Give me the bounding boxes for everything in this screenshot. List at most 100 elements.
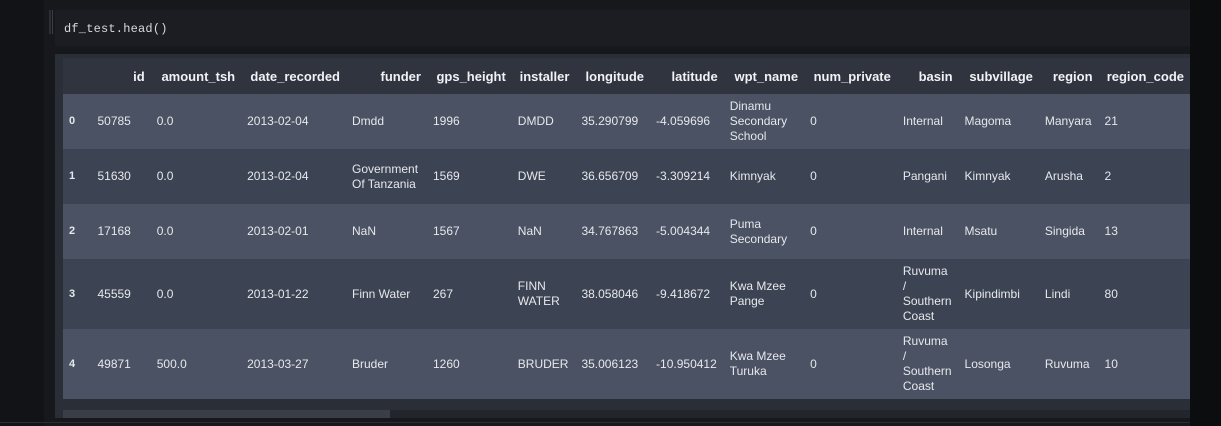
cell-id: 45559 — [91, 259, 151, 329]
cell-id: 17168 — [91, 204, 151, 259]
column-header-basin: basin — [896, 58, 959, 94]
cell-funder: Government Of Tanzania — [346, 149, 427, 204]
cell-subvillage: Msatu — [958, 204, 1039, 259]
code-input-text[interactable]: df_test.head() — [64, 22, 168, 36]
cell-id: 49871 — [91, 329, 151, 399]
column-header-latitude: latitude — [650, 58, 724, 94]
table-row: 1 51630 0.0 2013-02-04 Government Of Tan… — [63, 149, 1190, 204]
cell-date-recorded: 2013-01-22 — [241, 259, 346, 329]
cell-wpt-name: Puma Secondary — [723, 204, 805, 259]
cell-installer: DMDD — [511, 94, 576, 149]
column-header-id: id — [91, 58, 151, 94]
column-header-region-code: region_code — [1098, 58, 1190, 94]
horizontal-scrollbar-thumb[interactable] — [63, 410, 390, 418]
cell-installer: NaN — [511, 204, 576, 259]
cell-region-code: 10 — [1098, 329, 1190, 399]
dataframe-output: id amount_tsh date_recorded funder gps_h… — [63, 58, 1190, 410]
cell-funder: NaN — [346, 204, 427, 259]
cell-basin: Ruvuma / Southern Coast — [896, 259, 959, 329]
row-index: 2 — [63, 204, 92, 259]
cell-wpt-name: Kwa Mzee Pange — [723, 259, 805, 329]
cell-region-code: 13 — [1098, 204, 1190, 259]
cell-gps-height: 1260 — [426, 329, 512, 399]
column-header-longitude: longitude — [575, 58, 651, 94]
row-index: 4 — [63, 329, 92, 399]
cell-selection-bar-inner — [52, 10, 53, 34]
cell-amount-tsh: 500.0 — [150, 329, 242, 399]
cell-subvillage: Kipindimbi — [958, 259, 1039, 329]
cell-basin: Internal — [896, 94, 959, 149]
cell-region: Lindi — [1038, 259, 1099, 329]
column-header-date-recorded: date_recorded — [241, 58, 346, 94]
cell-amount-tsh: 0.0 — [150, 259, 242, 329]
cell-subvillage: Losonga — [958, 329, 1039, 399]
cell-region: Arusha — [1038, 149, 1099, 204]
cell-region-code: 21 — [1098, 94, 1190, 149]
cell-wpt-name: Kwa Mzee Turuka — [723, 329, 805, 399]
column-header-wpt-name: wpt_name — [723, 58, 805, 94]
row-index: 3 — [63, 259, 92, 329]
column-header-subvillage: subvillage — [958, 58, 1039, 94]
cell-amount-tsh: 0.0 — [150, 204, 242, 259]
cell-gps-height: 1569 — [426, 149, 512, 204]
cell-longitude: 38.058046 — [575, 259, 651, 329]
cell-longitude: 35.006123 — [575, 329, 651, 399]
cell-amount-tsh: 0.0 — [150, 94, 242, 149]
cell-selection-bar — [49, 10, 51, 34]
dataframe-table: id amount_tsh date_recorded funder gps_h… — [63, 58, 1190, 399]
cell-latitude: -10.950412 — [650, 329, 724, 399]
cell-num-private: 0 — [804, 149, 897, 204]
column-header-funder: funder — [346, 58, 427, 94]
cell-funder: Bruder — [346, 329, 427, 399]
cell-region: Manyara — [1038, 94, 1099, 149]
column-header-gps-height: gps_height — [426, 58, 512, 94]
cell-basin: Pangani — [896, 149, 959, 204]
cell-wpt-name: Kimnyak — [723, 149, 805, 204]
cell-latitude: -4.059696 — [650, 94, 724, 149]
cell-latitude: -9.418672 — [650, 259, 724, 329]
table-row: 3 45559 0.0 2013-01-22 Finn Water 267 FI… — [63, 259, 1190, 329]
left-gutter — [0, 0, 44, 426]
cell-date-recorded: 2013-02-01 — [241, 204, 346, 259]
cell-funder: Finn Water — [346, 259, 427, 329]
cell-num-private: 0 — [804, 329, 897, 399]
table-row: 0 50785 0.0 2013-02-04 Dmdd 1996 DMDD 35… — [63, 94, 1190, 149]
cell-gps-height: 267 — [426, 259, 512, 329]
column-header-region: region — [1038, 58, 1099, 94]
cell-latitude: -3.309214 — [650, 149, 724, 204]
cell-region-code: 80 — [1098, 259, 1190, 329]
row-index: 1 — [63, 149, 92, 204]
cell-num-private: 0 — [804, 94, 897, 149]
cell-latitude: -5.004344 — [650, 204, 724, 259]
cell-installer: FINN WATER — [511, 259, 576, 329]
cell-gps-height: 1567 — [426, 204, 512, 259]
cell-gps-height: 1996 — [426, 94, 512, 149]
cell-date-recorded: 2013-03-27 — [241, 329, 346, 399]
row-index: 0 — [63, 94, 92, 149]
cell-wpt-name: Dinamu Secondary School — [723, 94, 805, 149]
cell-divider — [0, 422, 1190, 423]
cell-date-recorded: 2013-02-04 — [241, 94, 346, 149]
cell-longitude: 34.767863 — [575, 204, 651, 259]
cell-region: Singida — [1038, 204, 1099, 259]
cell-num-private: 0 — [804, 259, 897, 329]
table-row: 4 49871 500.0 2013-03-27 Bruder 1260 BRU… — [63, 329, 1190, 399]
cell-funder: Dmdd — [346, 94, 427, 149]
cell-longitude: 36.656709 — [575, 149, 651, 204]
cell-date-recorded: 2013-02-04 — [241, 149, 346, 204]
cell-installer: DWE — [511, 149, 576, 204]
table-row: 2 17168 0.0 2013-02-01 NaN 1567 NaN 34.7… — [63, 204, 1190, 259]
cell-subvillage: Magoma — [958, 94, 1039, 149]
column-header-installer: installer — [511, 58, 576, 94]
code-input-area[interactable] — [55, 10, 1190, 46]
cell-longitude: 35.290799 — [575, 94, 651, 149]
right-edge — [1190, 0, 1221, 426]
column-header-amount-tsh: amount_tsh — [150, 58, 242, 94]
column-header-index — [63, 58, 92, 94]
cell-basin: Ruvuma / Southern Coast — [896, 329, 959, 399]
cell-basin: Internal — [896, 204, 959, 259]
cell-num-private: 0 — [804, 204, 897, 259]
cell-id: 51630 — [91, 149, 151, 204]
cell-amount-tsh: 0.0 — [150, 149, 242, 204]
cell-region: Ruvuma — [1038, 329, 1099, 399]
